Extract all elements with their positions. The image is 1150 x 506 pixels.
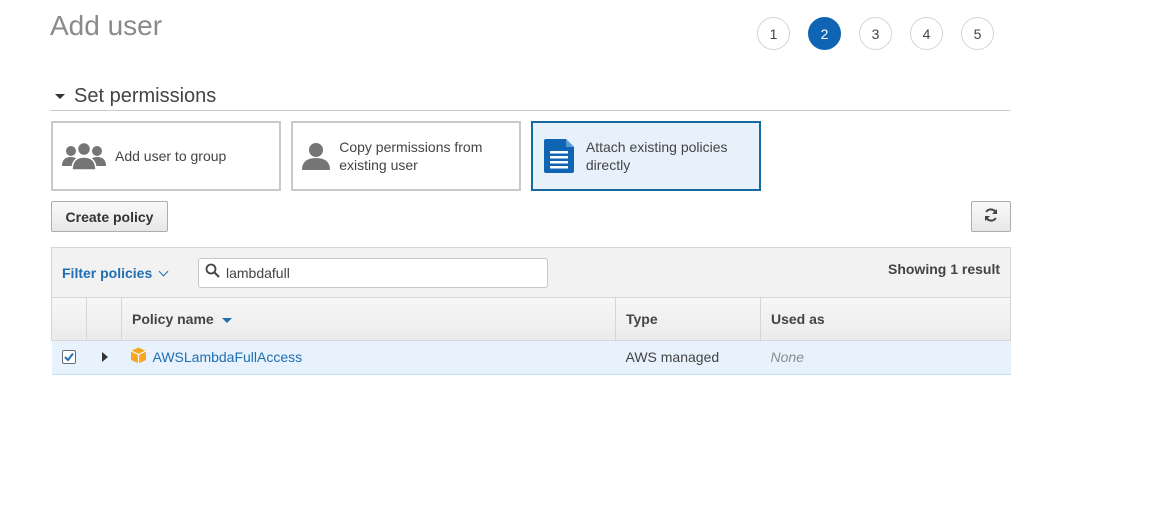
sort-caret-icon[interactable] — [221, 317, 232, 323]
table-row[interactable]: AWSLambdaFullAccess AWS managed None — [51, 340, 1011, 375]
used-as-value: None — [770, 349, 804, 365]
search-box[interactable] — [198, 258, 548, 288]
row-expand-cell — [86, 340, 122, 375]
user-icon — [293, 140, 339, 172]
column-label: Used as — [771, 310, 825, 327]
option-label: Attach existing policies directly — [585, 139, 728, 173]
document-icon — [533, 139, 586, 173]
column-label: Type — [626, 310, 658, 327]
row-checkbox[interactable] — [61, 350, 76, 364]
step-5[interactable]: 5 — [961, 17, 994, 50]
option-label: Copy permissions from existing user — [339, 139, 483, 173]
wizard-steps: 1 2 3 4 5 — [757, 17, 994, 50]
column-label: Policy name — [132, 310, 214, 327]
step-3[interactable]: 3 — [859, 17, 892, 50]
step-4[interactable]: 4 — [910, 17, 943, 50]
create-policy-button[interactable]: Create policy — [51, 201, 168, 232]
column-header-policy-name[interactable]: Policy name — [121, 298, 616, 341]
row-select-cell — [51, 340, 87, 375]
option-attach-policies[interactable]: Attach existing policies directly — [531, 121, 761, 191]
column-header-used-as[interactable]: Used as — [760, 298, 1011, 341]
column-header-type[interactable]: Type — [615, 298, 761, 341]
users-group-icon — [53, 140, 115, 172]
refresh-icon — [983, 207, 999, 226]
step-2[interactable]: 2 — [808, 17, 841, 50]
policy-used-as-cell: None — [760, 340, 1011, 375]
caret-down-icon — [55, 93, 65, 99]
permission-options: Add user to group Copy permissions from … — [51, 121, 761, 191]
result-count: Showing 1 result — [887, 261, 1000, 277]
page-title: Add user — [50, 10, 163, 41]
chevron-down-icon — [158, 266, 169, 277]
expand-column-header — [86, 298, 122, 341]
search-icon — [205, 263, 220, 283]
checkmark-icon — [63, 352, 74, 362]
step-1[interactable]: 1 — [757, 17, 790, 50]
option-label: Add user to group — [115, 148, 227, 164]
policy-name-cell: AWSLambdaFullAccess — [121, 340, 616, 375]
filter-label: Filter policies — [62, 265, 153, 281]
policies-table: Policy name Type Used as AWSLambdaFullAc… — [51, 298, 1011, 375]
option-copy-permissions[interactable]: Copy permissions from existing user — [291, 121, 521, 191]
search-input[interactable] — [224, 264, 528, 282]
select-column-header — [51, 298, 87, 341]
policy-name-link[interactable]: AWSLambdaFullAccess — [153, 349, 303, 365]
option-add-user-to-group[interactable]: Add user to group — [51, 121, 281, 191]
policy-type-cell: AWS managed — [615, 340, 761, 375]
filter-policies-dropdown[interactable]: Filter policies — [62, 265, 169, 281]
set-permissions-header[interactable]: Set permissions — [50, 82, 1010, 111]
policy-cube-icon — [130, 347, 147, 367]
refresh-button[interactable] — [971, 201, 1011, 232]
section-title: Set permissions — [74, 84, 217, 107]
filter-bar: Filter policies Showing 1 result — [51, 247, 1011, 298]
expand-icon[interactable] — [101, 352, 108, 362]
